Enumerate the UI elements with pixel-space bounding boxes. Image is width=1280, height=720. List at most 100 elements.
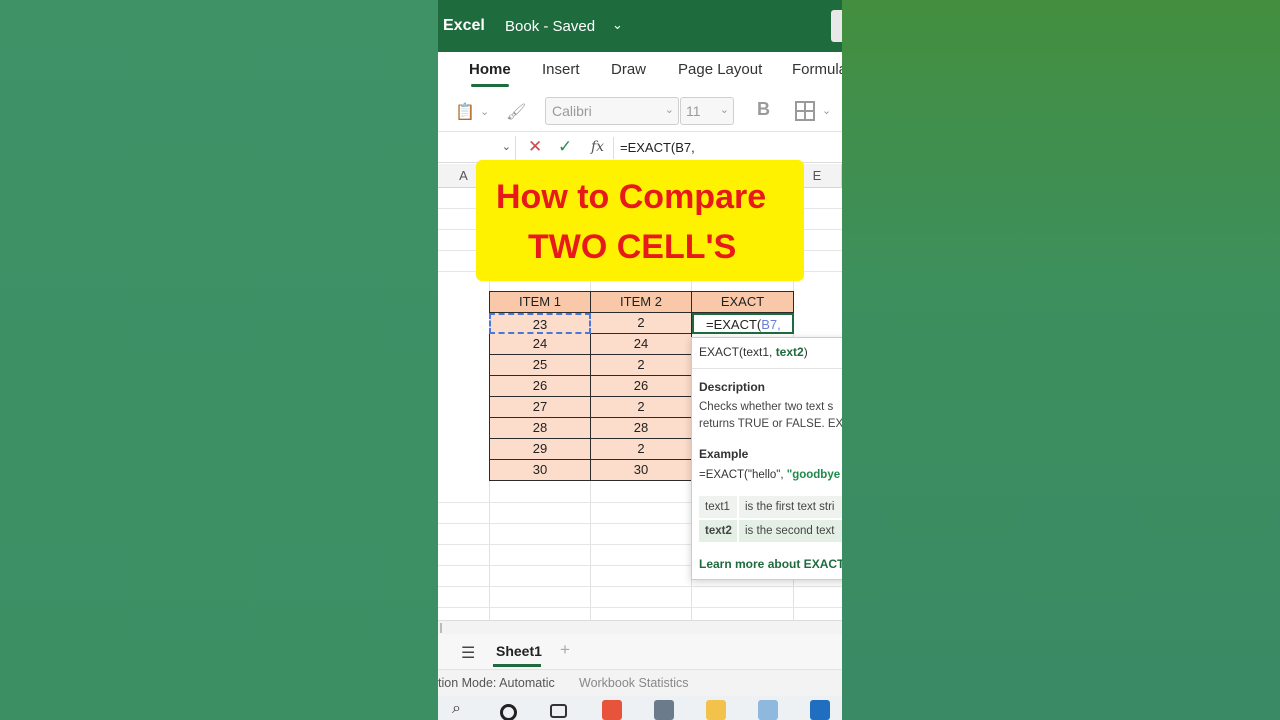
chevron-down-icon: ⌄ [719,104,729,116]
sheet-tabs-bar: ☰ Sheet1 + [438,634,842,670]
cancel-icon[interactable]: ✕ [528,137,542,157]
banner-line-1: How to Compare [496,178,767,216]
cell-b7[interactable]: 23 [489,313,591,334]
description-heading: Description [699,380,766,394]
tab-formulas[interactable]: Formula [792,61,842,78]
app-name: Excel [443,17,485,34]
font-size-value: 11 [686,103,701,119]
sheet-tab-sheet1[interactable]: Sheet1 [496,643,542,659]
ribbon-toolbar: 📋 ⌄ 🖌 Calibri ⌄ 11 ⌄ B ⌄ [438,92,842,132]
table-cell[interactable]: 26 [591,376,692,397]
table-cell[interactable]: 2 [591,397,692,418]
divider [692,368,842,369]
insert-function-icon[interactable]: fx [591,139,604,155]
table-cell[interactable]: 30 [591,460,692,481]
table-cell[interactable]: 30 [489,460,591,481]
cell-formula-prefix: =EXACT( [706,317,762,332]
table-cell[interactable]: 2 [591,439,692,460]
gridline [438,586,842,587]
bold-button[interactable]: B [757,99,770,120]
table-cell[interactable]: 27 [489,397,591,418]
enter-icon[interactable]: ✓ [558,137,572,157]
table-cell[interactable]: 29 [489,439,591,460]
table-cell[interactable]: 28 [489,418,591,439]
table-header-exact[interactable]: EXACT [692,291,794,313]
table-cell[interactable]: 25 [489,355,591,376]
background-left [0,0,438,720]
signature-close: ) [803,345,808,359]
paste-dropdown-icon[interactable]: ⌄ [480,105,489,118]
ribbon-tabs: Home Insert Draw Page Layout Formula [438,52,842,92]
font-name-value: Calibri [552,103,592,119]
tab-page-layout[interactable]: Page Layout [678,61,762,78]
menu-icon[interactable]: ☰ [461,643,475,663]
tab-home[interactable]: Home [469,61,511,78]
format-painter-icon[interactable]: 🖌 [506,102,526,122]
document-name[interactable]: Book - Saved [505,18,595,35]
banner-line-2: TWO CELL'S [528,228,737,266]
example-string: "goodbye [786,469,841,481]
add-sheet-button[interactable]: + [560,640,570,660]
title-action-button[interactable] [831,10,842,42]
argument-name: text2 [699,520,739,542]
cell-formula-ref: B7, [761,317,781,332]
gridline [438,607,842,608]
font-size-select[interactable]: 11 ⌄ [680,97,734,125]
active-tab-indicator [471,84,509,87]
chevron-down-icon[interactable]: ⌄ [502,140,511,153]
argument-name: text1 [699,496,739,518]
argument-row: text2 is the second text [699,520,842,542]
active-cell-d7[interactable]: =EXACT(B7, [692,313,794,334]
current-argument: text2 [775,345,804,359]
title-banner: How to Compare TWO CELL'S [476,160,804,281]
chevron-down-icon[interactable]: ⌄ [612,17,623,33]
file-explorer-icon[interactable] [706,700,726,720]
app-icon[interactable] [758,700,778,720]
cell-c7[interactable]: 2 [591,313,692,334]
description-text: Checks whether two text s [699,401,834,413]
table-cell[interactable]: 26 [489,376,591,397]
table-header-item1[interactable]: ITEM 1 [489,291,591,313]
description-text: returns TRUE or FALSE. EX [699,418,842,430]
table-header-item2[interactable]: ITEM 2 [591,291,692,313]
font-name-select[interactable]: Calibri ⌄ [545,97,679,125]
app-icon[interactable] [602,700,622,720]
borders-icon[interactable] [795,101,815,121]
example-heading: Example [699,447,749,461]
cortana-icon[interactable] [500,704,517,720]
calculator-icon[interactable] [654,700,674,720]
status-bar: tion Mode: Automatic Workbook Statistics [438,670,842,696]
learn-more-link[interactable]: Learn more about EXACT [699,557,842,571]
formula-input[interactable]: =EXACT(B7, [620,140,695,155]
horizontal-scrollbar[interactable] [438,620,842,634]
table-cell[interactable]: 2 [591,355,692,376]
outlook-icon[interactable] [810,700,830,720]
workbook-statistics[interactable]: Workbook Statistics [579,676,689,690]
formula-bar: ⌄ ✕ ✓ fx =EXACT(B7, [438,133,842,163]
table-cell[interactable]: 24 [591,334,692,355]
task-view-icon[interactable] [550,704,567,718]
argument-row: text1 is the first text stri [699,496,842,518]
tab-insert[interactable]: Insert [542,61,580,78]
background-right [842,0,1280,720]
table-cell[interactable]: 28 [591,418,692,439]
excel-window: Excel Book - Saved ⌄ Home Insert Draw Pa… [438,0,842,720]
divider [613,137,614,159]
taskbar: ⌕ [438,696,842,720]
calculation-mode: tion Mode: Automatic [438,676,555,690]
table-cell[interactable]: 24 [489,334,591,355]
chevron-down-icon: ⌄ [664,104,674,116]
search-icon[interactable]: ⌕ [452,700,472,720]
example-prefix: =EXACT("hello", [699,469,787,481]
chevron-down-icon[interactable]: ⌄ [822,104,831,117]
active-sheet-indicator [493,664,541,667]
scrollbar-thumb[interactable] [440,623,442,633]
paste-icon[interactable]: 📋 [455,102,475,122]
name-box[interactable]: ⌄ [438,136,516,160]
signature-text: EXACT(text1, [699,345,776,359]
example-text: =EXACT("hello", "goodbye [699,469,840,481]
argument-desc: is the first text stri [745,501,835,513]
title-bar: Excel Book - Saved ⌄ [438,0,842,52]
tab-draw[interactable]: Draw [611,61,646,78]
argument-desc: is the second text [745,525,835,537]
